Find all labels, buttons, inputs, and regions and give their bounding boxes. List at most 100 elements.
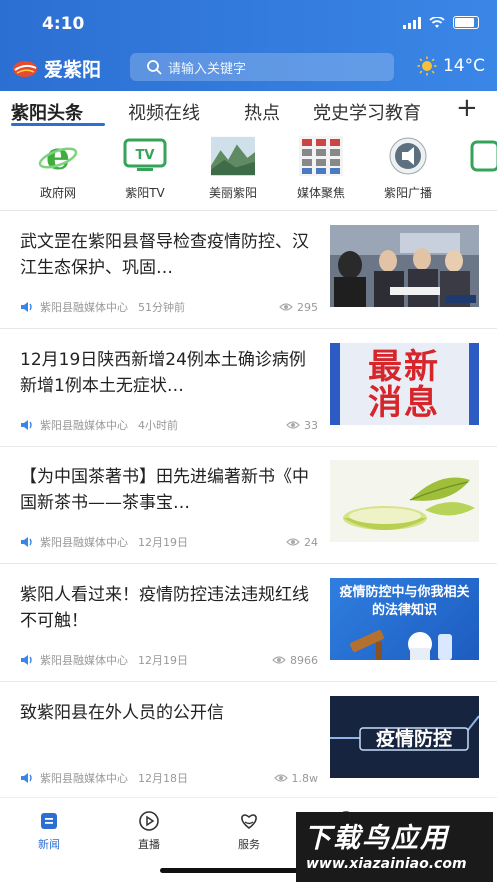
eye-icon [272, 656, 286, 664]
search-icon [147, 60, 162, 75]
weather-temperature: 14°C [442, 56, 485, 76]
news-title: 致紫阳县在外人员的公开信 [20, 703, 224, 723]
news-view-count: 33 [304, 418, 318, 432]
channel-label: 紫阳广播 [383, 186, 432, 200]
status-time: 4:10 [42, 14, 85, 34]
category-tabs: 紫阳头条 视频在线 热点 党史学习教育 + [0, 91, 497, 131]
eye-icon [273, 774, 288, 782]
news-source: 紫阳县融媒体中心 [40, 536, 128, 549]
nav-news[interactable]: 新闻 [19, 810, 79, 852]
nav-label: 直播 [138, 838, 160, 851]
eye-icon [279, 303, 293, 311]
tv-icon: TV [123, 136, 167, 176]
eye-icon [286, 421, 300, 429]
news-thumbnail [330, 460, 479, 542]
tab-headlines[interactable]: 紫阳头条 [11, 99, 83, 125]
signal-icon [403, 16, 421, 29]
channel-shortcuts: e 政府网 TV 紫阳TV 美丽紫阳 媒体聚焦 紫阳广播 [0, 136, 497, 208]
svg-text:TV: TV [136, 148, 155, 163]
news-source: 紫阳县融媒体中心 [40, 654, 128, 667]
status-icons [403, 16, 479, 29]
news-view-count: 8966 [290, 653, 318, 667]
speaker-icon [21, 302, 32, 312]
nav-label: 新闻 [38, 838, 60, 851]
news-meta: 紫阳县融媒体中心 51分钟前 295 [20, 299, 318, 315]
wifi-icon [429, 16, 445, 28]
play-icon [119, 810, 179, 832]
news-source: 紫阳县融媒体中心 [40, 419, 128, 432]
logo-mark-icon [13, 60, 37, 77]
landscape-photo-icon [211, 136, 255, 176]
news-thumbnail [330, 225, 479, 307]
nav-label: 服务 [238, 838, 260, 851]
channel-label: 政府网 [39, 186, 76, 200]
channel-label: 美丽紫阳 [208, 186, 257, 200]
svg-text:e: e [46, 136, 70, 176]
battery-icon [453, 16, 479, 29]
app-logo[interactable]: 爱紫阳 [12, 55, 101, 82]
search-placeholder: 请输入关键字 [168, 61, 247, 77]
add-tab-icon[interactable]: + [456, 93, 478, 123]
watermark-url: www.xiazainiao.com [306, 856, 467, 872]
channel-more[interactable] [462, 136, 497, 176]
thumbnail-text: 疫情防控 [375, 728, 452, 750]
news-item[interactable]: 【为中国茶著书】田先进编著新书《中国新茶书——茶事宝… 紫阳县融媒体中心 12月… [0, 446, 497, 564]
channel-tv[interactable]: TV 紫阳TV [105, 136, 185, 201]
news-time: 12月19日 [138, 654, 188, 667]
nav-service[interactable]: 服务 [219, 810, 279, 852]
ie-browser-icon: e [36, 136, 80, 176]
active-tab-indicator [11, 123, 105, 126]
news-source: 紫阳县融媒体中心 [40, 772, 128, 785]
news-meta: 紫阳县融媒体中心 12月18日 1.8w [20, 770, 318, 786]
more-channel-icon [462, 136, 497, 176]
news-view-count: 295 [297, 300, 318, 314]
news-time: 51分钟前 [138, 301, 185, 314]
news-views: 24 [286, 536, 318, 549]
news-time: 4小时前 [138, 419, 178, 432]
news-title: 12月19日陕西新增24例本土确诊病例 新增1例本土无症状… [20, 350, 306, 396]
site-watermark: 下载鸟应用 www.xiazainiao.com [296, 812, 493, 882]
news-item[interactable]: 12月19日陕西新增24例本土确诊病例 新增1例本土无症状… 紫阳县融媒体中心 … [0, 329, 497, 447]
channel-radio[interactable]: 紫阳广播 [368, 136, 448, 201]
nav-live[interactable]: 直播 [119, 810, 179, 852]
news-thumbnail: 疫情防控中与你我相关的法律知识 [330, 578, 479, 660]
thumbnail-text: 最新消息 [368, 347, 440, 423]
news-item[interactable]: 致紫阳县在外人员的公开信 紫阳县融媒体中心 12月18日 1.8w 疫情防控 [0, 682, 497, 800]
speaker-icon [21, 420, 32, 430]
news-item[interactable]: 紫阳人看过来！疫情防控违法违规红线不可触！ 紫阳县融媒体中心 12月19日 89… [0, 564, 497, 682]
sun-icon [417, 56, 437, 76]
news-thumbnail: 疫情防控 [330, 696, 479, 778]
speaker-icon [21, 655, 32, 665]
tabs-fade [430, 91, 452, 131]
tab-video[interactable]: 视频在线 [128, 99, 200, 125]
news-title: 【为中国茶著书】田先进编著新书《中国新茶书——茶事宝… [20, 467, 309, 513]
search-input[interactable]: 请输入关键字 [130, 53, 394, 81]
news-views: 8966 [272, 654, 318, 667]
weather-widget[interactable]: 14°C [417, 56, 485, 76]
news-view-count: 24 [304, 535, 318, 549]
channel-label: 媒体聚焦 [296, 186, 345, 200]
media-grid-icon [299, 136, 343, 176]
eye-icon [286, 538, 300, 546]
speaker-icon [21, 773, 32, 783]
broadcast-icon [386, 136, 430, 176]
service-icon [219, 810, 279, 832]
news-item[interactable]: 武文罡在紫阳县督导检查疫情防控、汉江生态保护、巩固… 紫阳县融媒体中心 51分钟… [0, 211, 497, 329]
channel-media[interactable]: 媒体聚焦 [281, 136, 361, 201]
news-views: 295 [279, 301, 318, 314]
news-meta: 紫阳县融媒体中心 12月19日 24 [20, 534, 318, 550]
news-time: 12月19日 [138, 536, 188, 549]
news-view-count: 1.8w [291, 771, 319, 785]
news-meta: 紫阳县融媒体中心 4小时前 33 [20, 417, 318, 433]
speaker-icon [21, 537, 32, 547]
tab-hot[interactable]: 热点 [244, 99, 280, 125]
news-thumbnail: 最新消息 [330, 343, 479, 425]
news-title: 紫阳人看过来！疫情防控违法违规红线不可触！ [20, 585, 309, 631]
news-views: 1.8w [273, 771, 319, 785]
channel-scenery[interactable]: 美丽紫阳 [193, 136, 273, 201]
news-title: 武文罡在紫阳县督导检查疫情防控、汉江生态保护、巩固… [20, 232, 309, 278]
news-icon [19, 810, 79, 832]
news-meta: 紫阳县融媒体中心 12月19日 8966 [20, 652, 318, 668]
app-header: 4:10 爱紫阳 请输入关键字 14°C [0, 0, 497, 91]
channel-gov[interactable]: e 政府网 [18, 136, 98, 201]
